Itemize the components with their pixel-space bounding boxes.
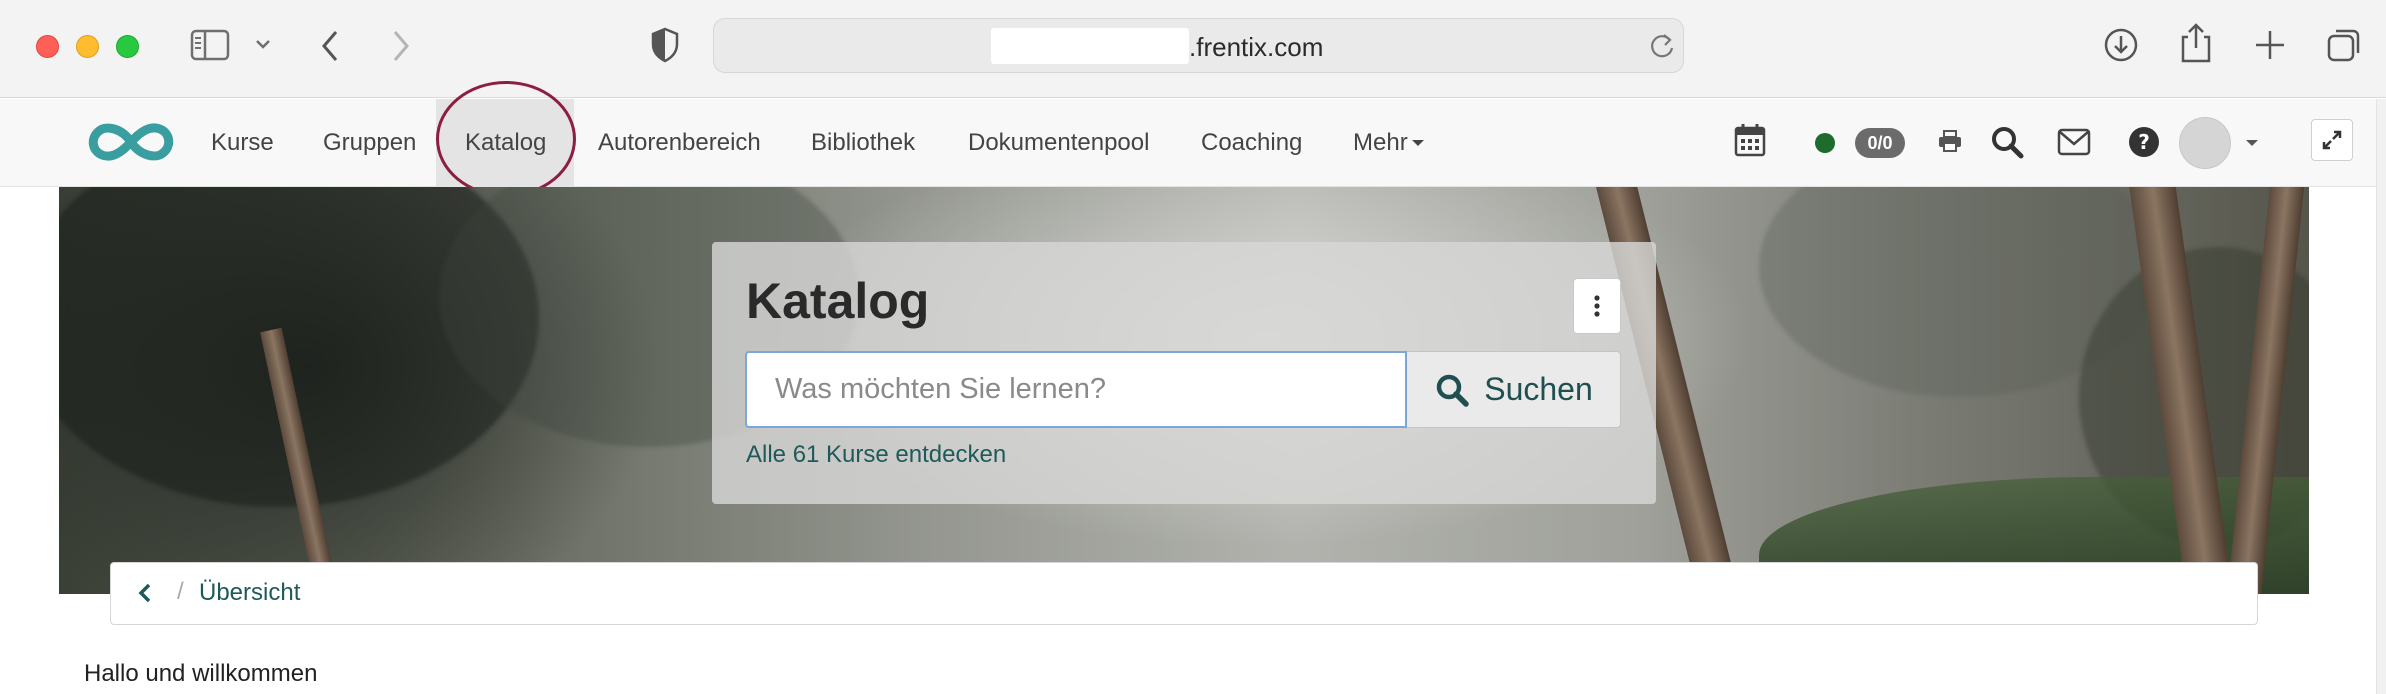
svg-text:?: ? <box>2138 130 2150 154</box>
tab-overview-icon[interactable] <box>2326 27 2362 63</box>
page-scrollbar[interactable] <box>2376 99 2386 694</box>
search-input[interactable] <box>745 351 1407 428</box>
search-icon[interactable] <box>1990 125 2024 159</box>
shield-icon[interactable] <box>650 27 680 63</box>
nav-item-kurse[interactable]: Kurse <box>211 99 274 187</box>
search-icon <box>1436 374 1469 407</box>
nav-item-bibliothek[interactable]: Bibliothek <box>811 99 915 187</box>
nav-item-mehr-label: Mehr <box>1353 129 1408 156</box>
katalog-highlight-annotation <box>436 81 576 197</box>
discover-all-courses-link[interactable]: Alle 61 Kurse entdecken <box>746 441 1006 469</box>
print-icon[interactable] <box>1937 129 1963 153</box>
chevron-left-icon[interactable] <box>137 581 153 610</box>
more-options-button[interactable] <box>1573 278 1621 334</box>
breadcrumb-current[interactable]: Übersicht <box>199 579 300 607</box>
breadcrumb: / Übersicht <box>110 562 2258 625</box>
nav-item-autorenbereich[interactable]: Autorenbereich <box>598 99 761 187</box>
nav-item-dokumentenpool[interactable]: Dokumentenpool <box>968 99 1149 187</box>
url-domain: .frentix.com <box>1189 32 1324 62</box>
avatar[interactable] <box>2179 117 2231 169</box>
close-window-button[interactable] <box>36 35 59 58</box>
caret-down-icon <box>1411 140 1424 146</box>
sidebar-toggle-icon[interactable] <box>190 28 230 62</box>
nav-item-mehr[interactable]: Mehr <box>1353 99 1424 187</box>
online-status-dot <box>1815 133 1835 153</box>
page-title: Katalog <box>746 273 930 329</box>
redacted-url-segment <box>991 28 1189 64</box>
share-icon[interactable] <box>2179 22 2213 64</box>
fullscreen-button[interactable] <box>2311 119 2353 161</box>
minimize-window-button[interactable] <box>76 35 99 58</box>
user-menu-caret-icon[interactable] <box>2246 140 2258 146</box>
notification-badge[interactable]: 0/0 <box>1855 128 1905 158</box>
nav-item-gruppen[interactable]: Gruppen <box>323 99 416 187</box>
download-icon[interactable] <box>2103 27 2139 63</box>
address-bar[interactable]: .frentix.com <box>713 18 1684 73</box>
expand-icon <box>2322 130 2342 150</box>
maximize-window-button[interactable] <box>116 35 139 58</box>
breadcrumb-separator: / <box>177 578 184 605</box>
calendar-icon[interactable] <box>1734 123 1766 157</box>
help-icon[interactable]: ? <box>2128 126 2160 158</box>
app-navbar: Kurse Gruppen Katalog Autorenbereich Bib… <box>0 99 2376 187</box>
search-button-label: Suchen <box>1484 371 1593 407</box>
reload-icon[interactable] <box>1649 32 1675 60</box>
chevron-down-icon[interactable] <box>254 37 272 51</box>
forward-arrow-icon[interactable] <box>389 28 413 64</box>
search-button[interactable]: Suchen <box>1407 351 1621 428</box>
welcome-text: Hallo und willkommen <box>84 660 318 687</box>
back-arrow-icon[interactable] <box>318 28 342 64</box>
mail-icon[interactable] <box>2057 128 2091 156</box>
nav-item-coaching[interactable]: Coaching <box>1201 99 1302 187</box>
kebab-menu-icon <box>1594 295 1600 317</box>
browser-toolbar: .frentix.com <box>0 0 2386 98</box>
infinity-logo-icon[interactable] <box>86 117 176 167</box>
new-tab-icon[interactable] <box>2253 28 2287 62</box>
